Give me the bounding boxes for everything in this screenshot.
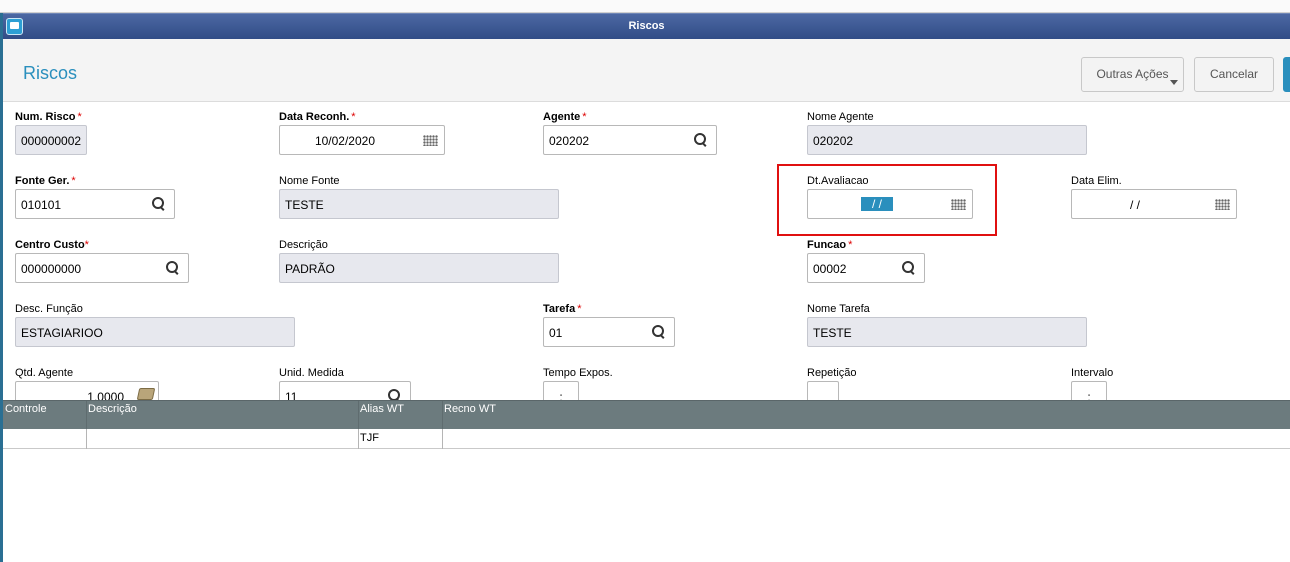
fonte-ger-input[interactable]: 010101	[15, 189, 175, 219]
column-divider	[442, 429, 443, 449]
num-risco-value: 000000002	[21, 134, 82, 148]
column-header-controle[interactable]: Controle	[5, 403, 47, 415]
confirm-button[interactable]	[1283, 57, 1290, 92]
repeticao-label: Repetição	[807, 367, 857, 379]
tarefa-input[interactable]: 01	[543, 317, 675, 347]
dt-avaliacao-label: Dt.Avaliacao	[807, 175, 869, 187]
tempo-expos-label: Tempo Expos.	[543, 367, 613, 379]
tarefa-label: Tarefa	[543, 303, 576, 315]
num-risco-input[interactable]: 000000002	[15, 125, 87, 155]
qtd-agente-label: Qtd. Agente	[15, 367, 74, 379]
dt-avaliacao-value: / /	[861, 197, 893, 211]
agente-label: Agente	[543, 111, 581, 123]
funcao-value: 00002	[813, 262, 847, 276]
data-grid: Controle Descrição Alias WT Recno WT TJF	[3, 400, 1290, 562]
agente-value: 020202	[549, 134, 590, 148]
desc-funcao-input[interactable]: ESTAGIARIOO	[15, 317, 295, 347]
nome-agente-input[interactable]: 020202	[807, 125, 1087, 155]
top-partial-strip	[0, 0, 1290, 13]
unid-medida-label: Unid. Medida	[279, 367, 344, 379]
page-title: Riscos	[23, 63, 78, 83]
data-elim-input[interactable]: / /	[1071, 189, 1237, 219]
required-marker: *	[582, 111, 587, 123]
table-row[interactable]: TJF	[3, 429, 1290, 449]
tempo-expos-input[interactable]: :	[543, 381, 579, 400]
cancel-button[interactable]: Cancelar	[1194, 57, 1274, 92]
required-marker: *	[351, 111, 356, 123]
required-marker: *	[577, 303, 582, 315]
num-risco-label: Num. Risco	[15, 111, 76, 123]
data-reconh-label: Data Reconh.	[279, 111, 350, 123]
risk-form: Num. Risco * 000000002 Data Reconh. * 10/0…	[3, 102, 1290, 400]
cancel-label: Cancelar	[1209, 67, 1259, 81]
nome-fonte-input[interactable]: TESTE	[279, 189, 559, 219]
fonte-ger-value: 010101	[21, 198, 62, 212]
qtd-agente-input[interactable]: 1,0000	[15, 381, 159, 400]
search-icon[interactable]	[388, 389, 402, 400]
dt-avaliacao-input[interactable]: / /	[807, 189, 973, 219]
qtd-agente-value: 1,0000	[87, 390, 124, 400]
required-marker: *	[84, 239, 89, 251]
funcao-input[interactable]: 00002	[807, 253, 925, 283]
data-reconh-value: 10/02/2020	[314, 134, 375, 148]
nome-fonte-label: Nome Fonte	[279, 175, 340, 187]
calendar-icon[interactable]	[423, 135, 438, 146]
descricao-input[interactable]: PADRÃO	[279, 253, 559, 283]
required-marker: *	[71, 175, 76, 187]
grid-header: Controle Descrição Alias WT Recno WT	[3, 400, 1290, 430]
nome-agente-value: 020202	[813, 134, 854, 148]
nome-tarefa-label: Nome Tarefa	[807, 303, 870, 315]
search-icon[interactable]	[166, 261, 180, 275]
intervalo-value: :	[1087, 390, 1091, 400]
nome-fonte-value: TESTE	[285, 198, 324, 212]
column-divider	[358, 401, 359, 430]
search-icon[interactable]	[152, 197, 166, 211]
data-reconh-input[interactable]: 10/02/2020	[279, 125, 445, 155]
search-icon[interactable]	[694, 133, 708, 147]
unid-medida-value: 11	[285, 390, 298, 400]
intervalo-input[interactable]: :	[1071, 381, 1107, 400]
descricao-label: Descrição	[279, 239, 328, 251]
required-marker: *	[848, 239, 853, 251]
search-icon[interactable]	[652, 325, 666, 339]
repeticao-input[interactable]	[807, 381, 839, 400]
agente-input[interactable]: 020202	[543, 125, 717, 155]
window-title: Riscos	[628, 20, 665, 32]
data-elim-label: Data Elim.	[1071, 175, 1122, 187]
nome-tarefa-input[interactable]: TESTE	[807, 317, 1087, 347]
column-divider	[442, 401, 443, 430]
nome-agente-label: Nome Agente	[807, 111, 874, 123]
search-icon[interactable]	[902, 261, 916, 275]
funcao-label: Funcao	[807, 239, 847, 251]
centro-custo-label: Centro Custo	[15, 239, 85, 251]
column-divider	[86, 429, 87, 449]
desc-funcao-value: ESTAGIARIOO	[21, 326, 103, 340]
data-elim-value: / /	[1130, 198, 1141, 212]
required-marker: *	[77, 111, 82, 123]
calendar-icon[interactable]	[1215, 199, 1230, 210]
chevron-down-icon	[1170, 80, 1178, 85]
calendar-icon[interactable]	[951, 199, 966, 210]
column-divider	[86, 401, 87, 430]
fonte-ger-label: Fonte Ger.	[15, 175, 70, 187]
cell-alias-wt: TJF	[360, 432, 379, 444]
window-title-bar: Riscos	[3, 13, 1290, 39]
column-header-recno-wt[interactable]: Recno WT	[444, 403, 496, 415]
centro-custo-input[interactable]: 000000000	[15, 253, 189, 283]
other-actions-label: Outras Ações	[1096, 67, 1169, 81]
unid-medida-input[interactable]: 11	[279, 381, 411, 400]
page-header: Riscos Outras Ações Cancelar	[3, 39, 1290, 102]
tarefa-value: 01	[549, 326, 563, 340]
intervalo-label: Intervalo	[1071, 367, 1114, 379]
nome-tarefa-value: TESTE	[813, 326, 852, 340]
centro-custo-value: 000000000	[21, 262, 82, 276]
column-header-descricao[interactable]: Descrição	[88, 403, 137, 415]
column-header-alias-wt[interactable]: Alias WT	[360, 403, 404, 415]
column-divider	[358, 429, 359, 449]
money-icon[interactable]	[136, 388, 156, 400]
descricao-value: PADRÃO	[285, 262, 335, 276]
other-actions-button[interactable]: Outras Ações	[1081, 57, 1184, 92]
desc-funcao-label: Desc. Função	[15, 303, 83, 315]
tempo-expos-value: :	[559, 390, 563, 400]
